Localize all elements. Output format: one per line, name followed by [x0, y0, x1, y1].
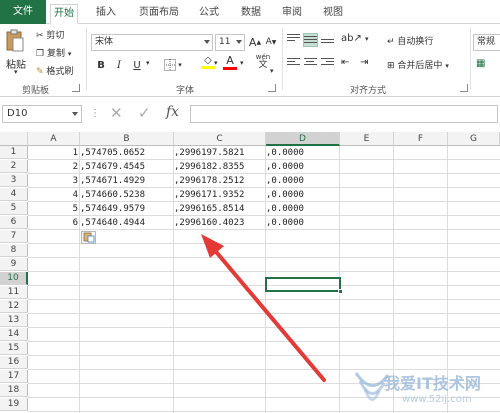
watermark-url: www.52ij.com	[402, 394, 472, 405]
annotation-arrow-shaft	[210, 245, 326, 382]
watermark: 我爱IT技术网 www.52ij.com	[352, 367, 498, 411]
watermark-title: 我爱IT技术网	[384, 374, 481, 393]
annotation-arrow	[201, 234, 326, 382]
